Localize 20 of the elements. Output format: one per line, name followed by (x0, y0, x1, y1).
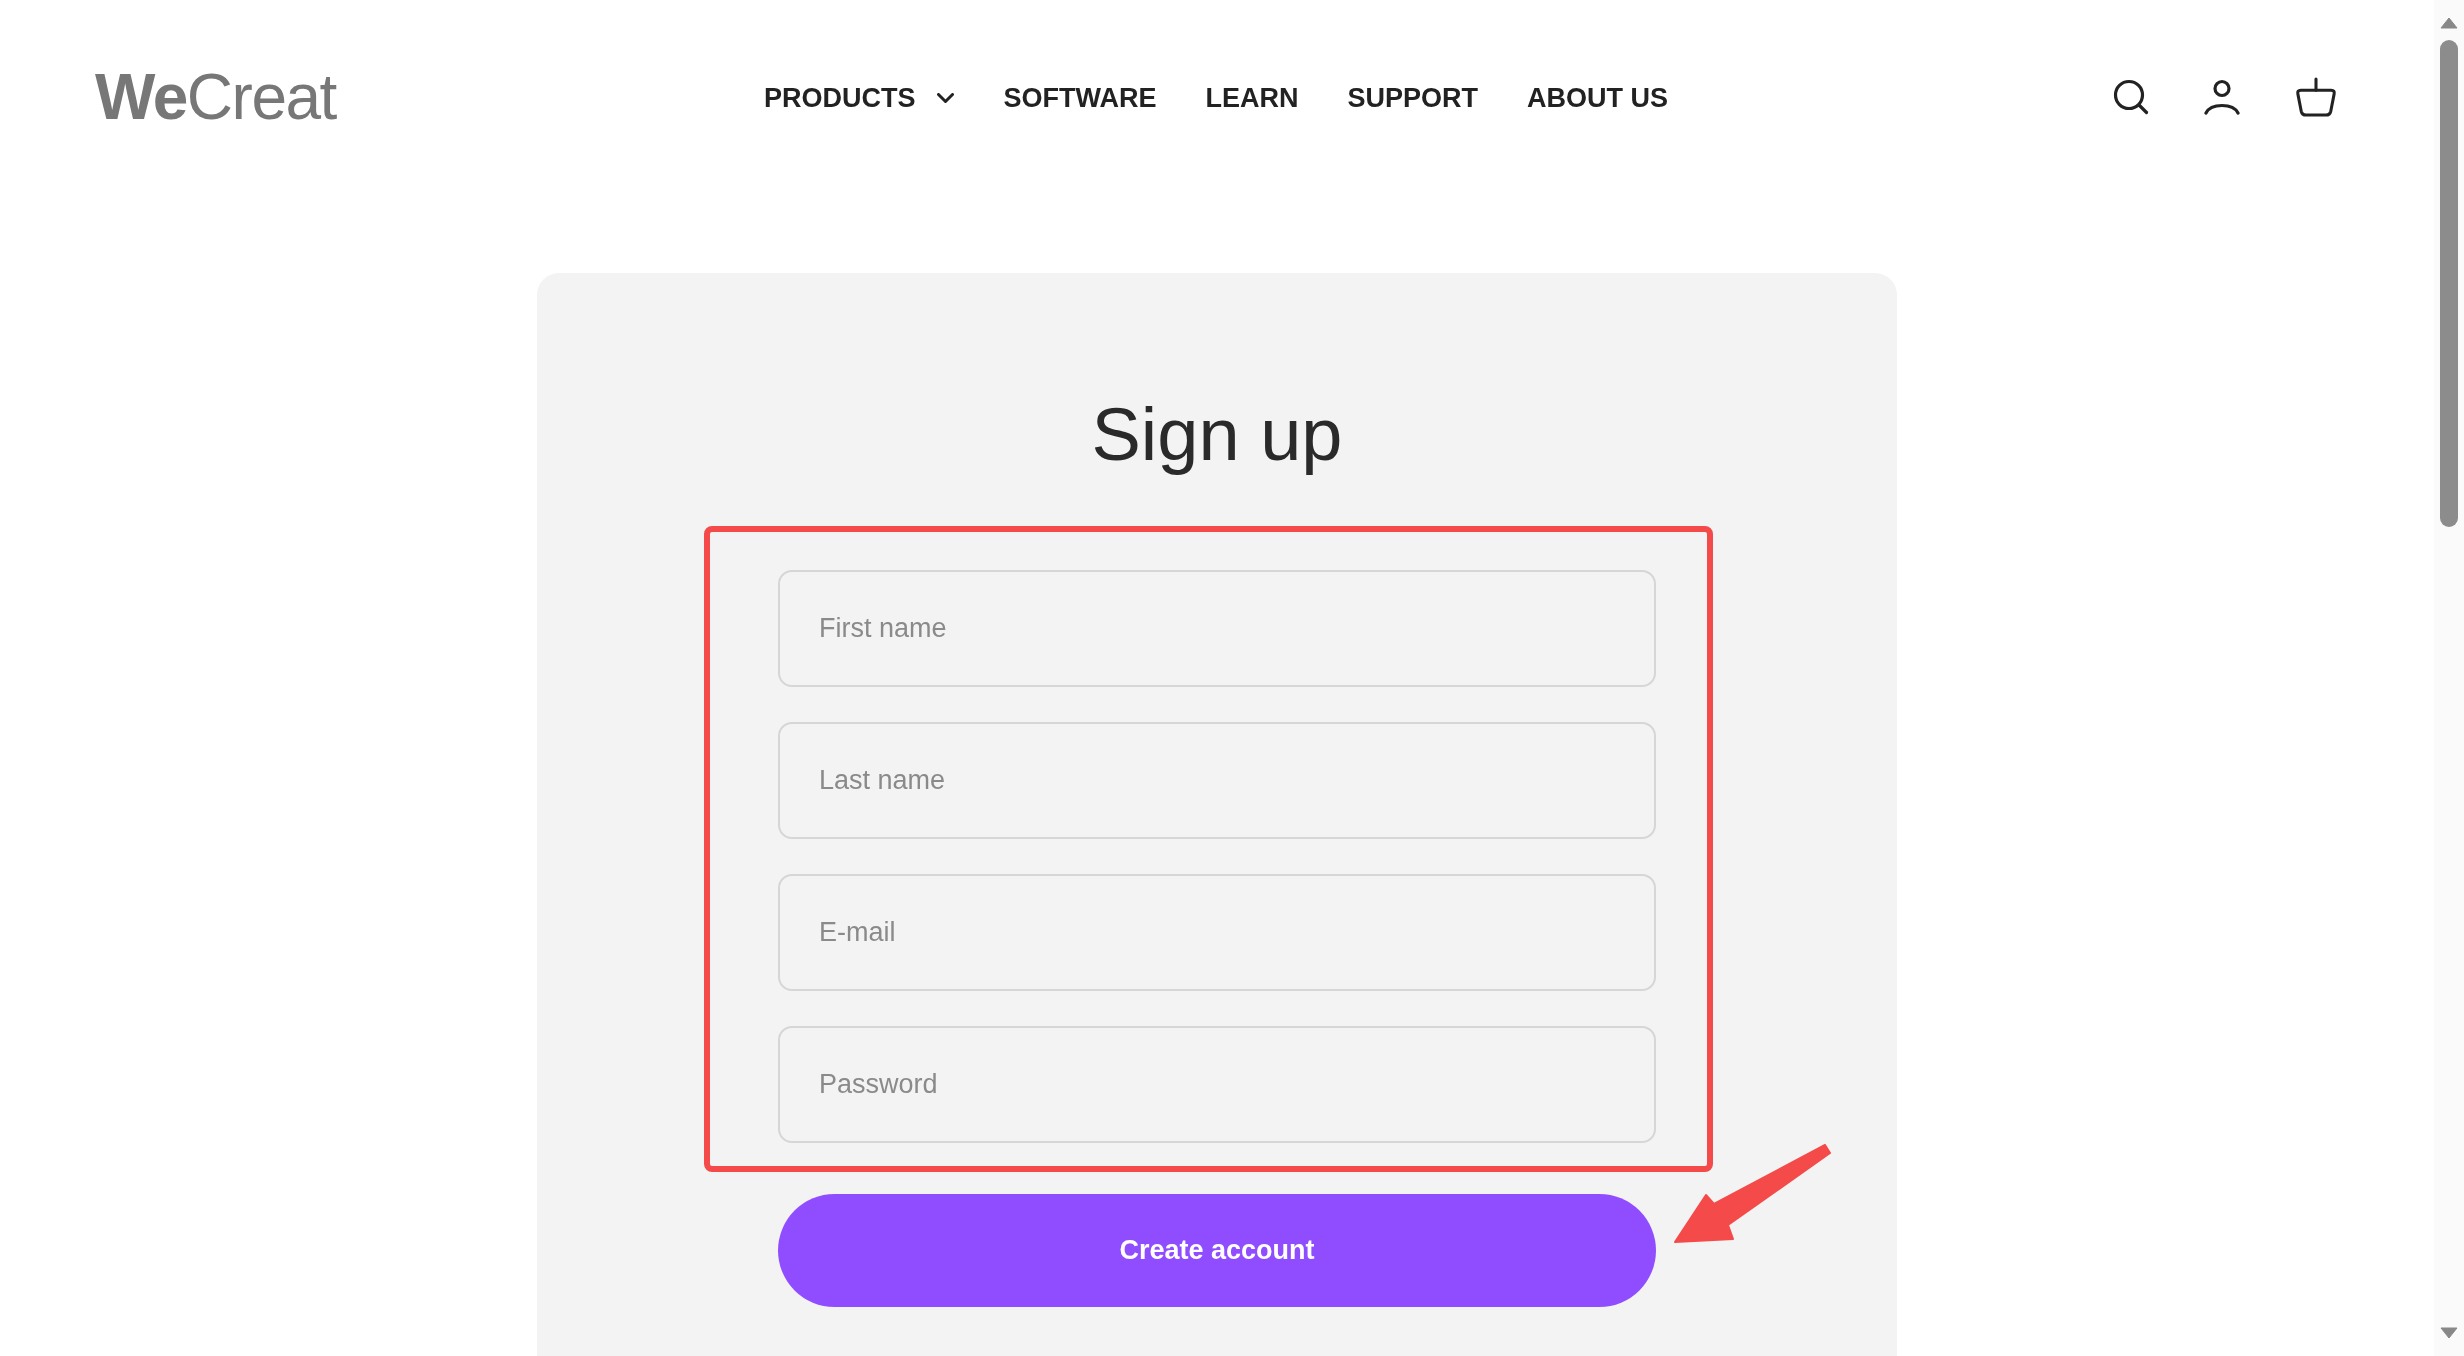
logo[interactable]: WeCreat (95, 65, 336, 129)
input-field[interactable]: Password (778, 1026, 1656, 1143)
input-field[interactable]: First name (778, 570, 1656, 687)
input-field[interactable]: E-mail (778, 874, 1656, 991)
scroll-up-icon[interactable] (2440, 17, 2458, 29)
create-account-button[interactable]: Create account (778, 1194, 1656, 1307)
scrollbar-thumb[interactable] (2440, 40, 2458, 527)
nav-link[interactable]: SOFTWARE (1003, 82, 1157, 114)
page-title: Sign up (1091, 392, 1343, 478)
nav-link[interactable]: SUPPORT (1347, 82, 1478, 114)
nav-link[interactable]: ABOUT US (1527, 82, 1668, 114)
user-icon[interactable] (2204, 79, 2240, 115)
nav-link[interactable]: PRODUCTS (763, 82, 955, 114)
arrow-icon (1674, 1144, 1832, 1244)
nav-link[interactable]: LEARN (1205, 82, 1299, 114)
basket-icon[interactable] (2295, 77, 2337, 117)
input-field[interactable]: Last name (778, 722, 1656, 839)
search-icon[interactable] (2113, 79, 2149, 115)
scrollbar[interactable] (2434, 0, 2464, 1356)
scroll-down-icon[interactable] (2440, 1327, 2458, 1339)
